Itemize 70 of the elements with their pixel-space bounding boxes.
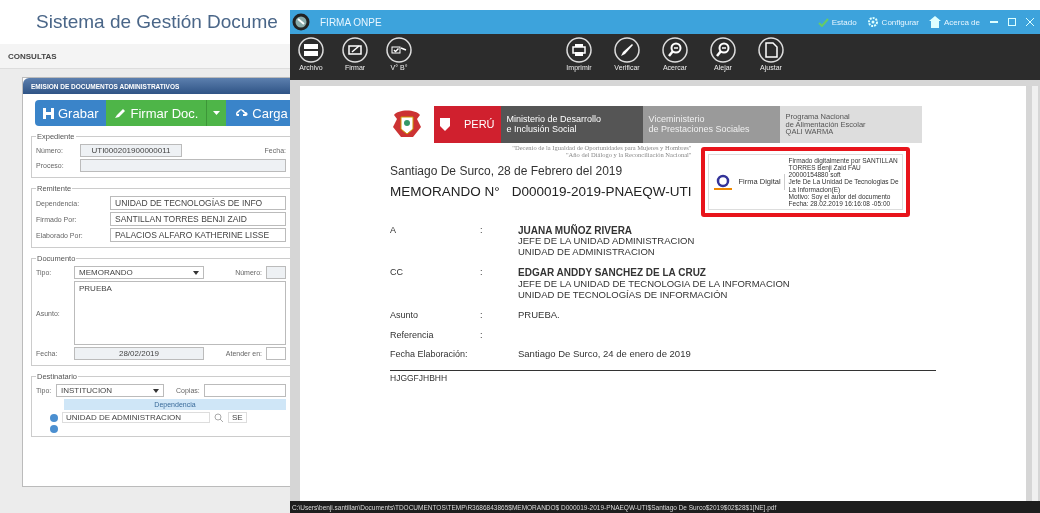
number-field[interactable] [266, 266, 286, 279]
caret-icon [213, 111, 221, 115]
table-cell: UNIDAD DE ADMINISTRACION [62, 412, 210, 423]
save-button[interactable]: Grabar [35, 100, 107, 126]
field-label: Referencia [390, 329, 435, 340]
field-label: Asunto [390, 309, 420, 321]
colon-separator: : [480, 267, 483, 278]
footer-text: HJGGFJHBHH [390, 372, 449, 383]
close-icon[interactable] [1026, 18, 1034, 26]
text-field[interactable]: SANTILLAN TORRES BENJI ZAID [110, 212, 286, 226]
field-label: Fecha Elaboración: [390, 348, 469, 360]
zoom-in-icon [662, 37, 688, 63]
window-title: FIRMA ONPE [320, 16, 382, 28]
drawer-icon [298, 37, 324, 63]
printer-icon [566, 37, 592, 63]
type-dropdown[interactable]: INSTITUCION [56, 384, 164, 397]
field-label: CC [390, 267, 404, 280]
page-icon [758, 37, 784, 63]
upload-button[interactable]: Carga [226, 100, 292, 126]
copies-field[interactable] [203, 384, 286, 397]
house-icon [928, 16, 941, 28]
maximize-icon[interactable] [1008, 18, 1016, 26]
place-date: Santiago De Surco, 28 de Febrero del 2019 [390, 164, 624, 178]
cloud-upload-icon [234, 107, 249, 119]
field-value: JEFE DE LA UNIDAD DE TECNOLOGIA DE LA INFORMACION [518, 278, 790, 290]
text-field[interactable]: UNIDAD DE TECNOLOGÍAS DE INFO [110, 196, 286, 210]
caret-icon [153, 388, 159, 393]
remove-icon[interactable] [50, 413, 58, 422]
field-value: UNIDAD DE TECNOLOGÍAS DE INFORMACIÓN [518, 289, 729, 301]
settings-icon [866, 16, 879, 28]
text-field[interactable]: PALACIOS ALFARO KATHERINE LISSE [110, 228, 286, 242]
pencil-icon [114, 107, 127, 119]
field-value: UNIDAD DE ADMINISTRACION [518, 247, 656, 259]
subject-field[interactable]: PRUEBA [74, 281, 286, 345]
zoom-out-icon [710, 37, 736, 63]
dropdown-button[interactable] [206, 100, 227, 126]
vice-ministry-label: Viceministerio de Prestaciones Sociales [648, 115, 750, 134]
process-field[interactable] [80, 159, 286, 172]
caret-icon [193, 270, 199, 275]
check-icon [817, 17, 829, 27]
menu-item[interactable]: CONSULTAS [0, 51, 57, 61]
floppy-icon [43, 107, 54, 119]
app-logo-icon [292, 13, 310, 31]
memo-number: D000019-2019-PNAEQW-UTI [511, 184, 692, 199]
add-icon[interactable] [50, 425, 58, 433]
field-label: A [390, 225, 397, 237]
shield-icon [440, 118, 450, 131]
signature-icon [342, 37, 368, 63]
pen-icon [614, 37, 640, 63]
field-value: Santiago De Surco, 24 de enero de 2019 [518, 348, 691, 360]
country-label: PERÚ [464, 118, 495, 131]
field-value: PRUEBA. [518, 309, 560, 321]
search-icon[interactable] [214, 412, 224, 423]
field-value: JEFE DE LA UNIDAD ADMINISTRACION [518, 236, 695, 248]
app-title: Sistema de Gestión Docume [36, 11, 278, 33]
type-dropdown[interactable]: MEMORANDO [74, 266, 204, 279]
field-value: JUANA MUÑOZ RIVERA [518, 225, 634, 237]
colon-separator: : [480, 225, 483, 235]
stamp-icon [386, 37, 412, 63]
number-field[interactable]: UTI000201900000011 [80, 144, 182, 157]
colon-separator: : [480, 329, 483, 340]
date-field[interactable]: 28/02/2019 [74, 347, 204, 360]
memo-label: MEMORANDO N° [390, 184, 500, 199]
text-field[interactable] [266, 347, 286, 360]
colon-separator: : [480, 309, 483, 320]
scrollbar[interactable] [1032, 86, 1038, 501]
table-cell: SE [228, 412, 247, 423]
field-value: EDGAR ANDDY SANCHEZ DE LA CRUZ [518, 267, 707, 279]
q-logo-icon [712, 174, 735, 190]
ministry-label: Ministerio de Desarrollo e Inclusión Social [506, 115, 602, 134]
